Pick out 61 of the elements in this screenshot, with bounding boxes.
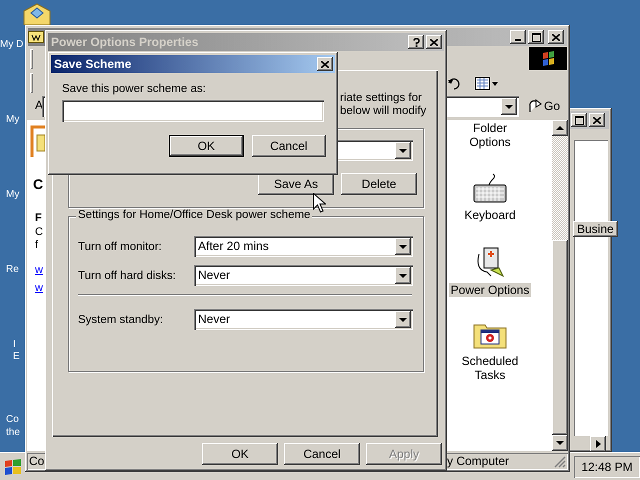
go-arrow-icon <box>528 99 542 113</box>
scheme-button[interactable]: Delete <box>341 173 417 195</box>
scheme-name-field[interactable] <box>62 100 324 122</box>
dialog-button[interactable]: OK <box>169 135 244 157</box>
setting-label: System standby: <box>78 314 164 326</box>
scroll-down-icon[interactable] <box>552 435 568 451</box>
close-icon[interactable] <box>317 57 333 71</box>
setting-dropdown[interactable]: After 20 mins <box>194 236 413 257</box>
toolbar-grip[interactable] <box>30 49 33 69</box>
scroll-up-icon[interactable] <box>552 120 568 136</box>
keyboard-icon[interactable] <box>473 173 507 203</box>
sidebar-text: F <box>35 212 42 225</box>
desktop-icon-label[interactable]: My <box>6 113 20 126</box>
toolbar-grip[interactable] <box>30 73 33 93</box>
icon-label[interactable]: Power Options <box>448 283 532 297</box>
desktop-icon-label[interactable]: Re <box>6 263 19 276</box>
group-title: Settings for Home/Office Desk power scheme <box>76 209 312 221</box>
scroll-right-icon[interactable] <box>590 436 606 452</box>
resize-grip-icon[interactable] <box>554 456 566 468</box>
mouse-cursor-icon <box>313 193 326 213</box>
sidebar-link[interactable]: w <box>35 264 43 277</box>
windows-logo-icon <box>529 47 567 70</box>
desktop-icon-label[interactable]: My <box>6 188 20 201</box>
column-header[interactable]: Busine <box>573 221 618 237</box>
undo-arrow-icon[interactable] <box>448 77 460 91</box>
windows-logo-icon[interactable] <box>3 458 23 476</box>
window-title: Power Options Properties <box>51 35 198 49</box>
scheme-button[interactable]: Save As <box>258 173 334 195</box>
dialog-button[interactable]: Cancel <box>284 443 360 465</box>
setting-label: Turn off monitor: <box>78 240 163 252</box>
scrollbar[interactable] <box>552 120 568 451</box>
maximize-icon[interactable] <box>528 30 544 44</box>
window-title: Save Scheme <box>54 57 132 71</box>
setting-dropdown[interactable]: Never <box>194 265 413 286</box>
setting-label: Turn off hard disks: <box>78 270 177 282</box>
sidebar-link[interactable]: w <box>35 282 43 295</box>
scroll-thumb[interactable] <box>552 240 568 435</box>
desktop-icon-label[interactable]: My D <box>0 38 24 51</box>
folder-artwork-icon <box>30 123 45 159</box>
clock: 12:48 PM <box>574 456 640 478</box>
desktop-icon-label[interactable]: I <box>13 338 16 351</box>
icon-label[interactable]: Keyboard <box>452 208 528 222</box>
minimize-icon[interactable] <box>510 30 526 44</box>
dialog-button[interactable]: OK <box>202 443 278 465</box>
status-text: y Computer <box>445 453 568 470</box>
icon-label[interactable]: Folder Options <box>452 121 528 149</box>
icon-label[interactable]: Scheduled Tasks <box>452 354 528 382</box>
sidebar-text: C <box>35 226 43 239</box>
setting-dropdown[interactable]: Never <box>194 309 413 330</box>
dialog-button[interactable]: Cancel <box>252 135 326 157</box>
description-text: riate settings for below will modify <box>340 91 426 119</box>
close-icon[interactable] <box>548 30 564 44</box>
prompt-label: Save this power scheme as: <box>62 83 207 95</box>
desktop-icon-label[interactable]: E <box>13 350 20 363</box>
maximize-icon[interactable] <box>571 113 587 127</box>
sidebar-heading: C <box>33 176 44 192</box>
close-icon[interactable] <box>589 113 605 127</box>
desktop-icon-label[interactable]: the <box>6 426 20 439</box>
views-icon[interactable] <box>475 77 499 91</box>
sidebar-text: f <box>35 239 38 252</box>
desktop-icon-label[interactable]: Co <box>6 413 19 426</box>
